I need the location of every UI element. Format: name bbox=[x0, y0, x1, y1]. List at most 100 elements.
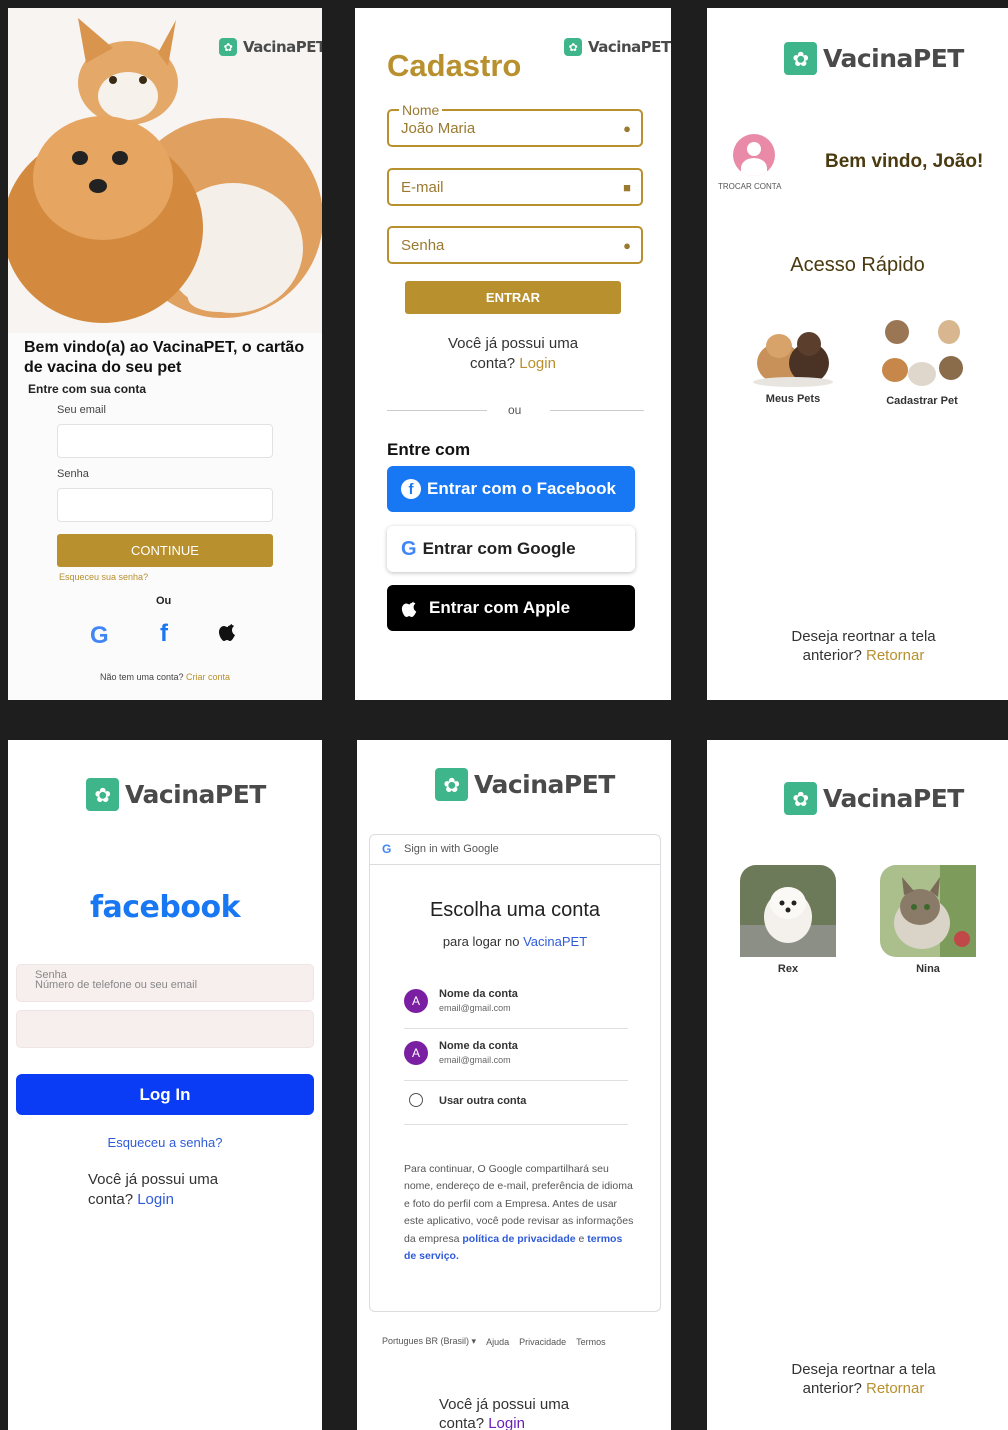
use-other-account[interactable]: Usar outra conta bbox=[404, 1087, 628, 1125]
have-account-line1: Você já possui uma bbox=[447, 335, 579, 352]
register-pet-photo bbox=[882, 320, 963, 386]
enter-button[interactable]: ENTRAR bbox=[405, 281, 621, 314]
other-account-label: Usar outra conta bbox=[439, 1095, 527, 1107]
account-row[interactable]: A Nome da conta email@gmail.com bbox=[404, 983, 628, 1029]
vacinapet-logo: ✿ VacinaPET bbox=[784, 42, 964, 75]
forgot-password-link[interactable]: Esqueceu a senha? bbox=[8, 1135, 322, 1150]
facebook-icon: f bbox=[401, 479, 421, 499]
disclaimer: Para continuar, O Google compartilhará s… bbox=[404, 1161, 636, 1265]
google-icon: G bbox=[401, 537, 417, 560]
logo-text: VacinaPET bbox=[823, 784, 964, 813]
logo-text: VacinaPET bbox=[243, 38, 322, 56]
return-link[interactable]: Retornar bbox=[866, 647, 924, 664]
password-label: Senha bbox=[57, 468, 89, 480]
subtitle-link[interactable]: VacinaPET bbox=[523, 934, 587, 949]
signup-row: Não tem uma conta? Criar conta bbox=[8, 672, 322, 682]
footer-links: Portugues BR (Brasil) ▾ Ajuda Privacidad… bbox=[382, 1336, 671, 1347]
tile-my-pets[interactable]: Meus Pets bbox=[749, 318, 837, 405]
return-line1: Deseja reortnar a tela bbox=[791, 1361, 936, 1378]
logo-text: VacinaPET bbox=[474, 770, 615, 799]
phone-email-input[interactable]: Senha Número de telefone ou seu email bbox=[16, 964, 314, 1002]
password-input[interactable] bbox=[16, 1010, 314, 1048]
pets-photo bbox=[753, 332, 833, 387]
have-account-line2: conta? Login bbox=[355, 354, 671, 374]
card-header: G Sign in with Google bbox=[370, 835, 660, 865]
google-icon: G bbox=[382, 842, 392, 856]
screen-my-pets: ✿ VacinaPET Rex Nina Deseja reortnar a t… bbox=[707, 740, 1008, 1430]
or-label: ou bbox=[508, 403, 522, 417]
have-account-prefix: conta? bbox=[88, 1191, 134, 1208]
password-placeholder: Senha bbox=[401, 237, 445, 254]
nina-photo bbox=[880, 865, 976, 957]
return-line2: anterior? Retornar bbox=[707, 1379, 1008, 1398]
welcome-text: Bem vindo(a) ao VacinaPET, o cartão de v… bbox=[24, 339, 305, 376]
facebook-button-label: Entrar com o Facebook bbox=[427, 479, 616, 498]
google-icon[interactable]: G bbox=[90, 622, 109, 650]
facebook-icon[interactable]: f bbox=[160, 620, 168, 648]
privacy-policy-link[interactable]: política de privacidade bbox=[462, 1233, 575, 1245]
logo-text: VacinaPET bbox=[823, 44, 964, 73]
screen-home: ✿ VacinaPET TROCAR CONTA Bem vindo, João… bbox=[707, 8, 1008, 700]
page-title: Cadastro bbox=[387, 48, 522, 83]
vacinapet-logo: ✿ VacinaPET bbox=[564, 38, 671, 56]
tile-register-pet[interactable]: Cadastrar Pet bbox=[877, 314, 967, 407]
divider-right bbox=[550, 410, 644, 411]
return-line1: Deseja reortnar a tela bbox=[791, 628, 936, 645]
return-link[interactable]: Retornar bbox=[866, 1380, 924, 1397]
avatar[interactable] bbox=[733, 134, 775, 176]
switch-account-link[interactable]: TROCAR CONTA bbox=[718, 182, 781, 191]
signup-prefix: Não tem uma conta? bbox=[99, 672, 184, 682]
logo-text: VacinaPET bbox=[588, 38, 671, 56]
and-text: e bbox=[578, 1232, 585, 1245]
pet-card-rex[interactable]: Rex bbox=[740, 865, 836, 975]
vacinapet-logo: ✿ VacinaPET bbox=[435, 768, 615, 801]
welcome-text: Bem vindo, João! bbox=[825, 151, 984, 172]
paw-icon: ✿ bbox=[564, 38, 582, 56]
have-account-text: Você já possui uma conta? Login bbox=[88, 1170, 238, 1210]
paw-icon: ✿ bbox=[86, 778, 119, 811]
user-icon bbox=[747, 142, 761, 156]
account-avatar: A bbox=[404, 989, 428, 1013]
paw-icon: ✿ bbox=[219, 38, 237, 56]
mail-icon: ■ bbox=[623, 180, 631, 195]
screen-google-signin: ✿ VacinaPET G Sign in with Google Escolh… bbox=[357, 740, 671, 1430]
choose-account-subtitle: para logar no VacinaPET bbox=[370, 934, 660, 949]
apple-login-button[interactable]: Entrar com Apple bbox=[387, 585, 635, 631]
return-prefix: anterior? bbox=[802, 647, 862, 664]
terms-footer-link[interactable]: Termos bbox=[576, 1337, 606, 1347]
email-label: Seu email bbox=[57, 404, 106, 416]
password-input[interactable] bbox=[57, 488, 273, 522]
chevron-down-icon: ▾ bbox=[471, 1336, 477, 1346]
subtitle-prefix: para logar no bbox=[442, 934, 520, 949]
tile-my-pets-label: Meus Pets bbox=[765, 393, 821, 405]
login-link[interactable]: Login bbox=[488, 1415, 525, 1430]
login-link[interactable]: Login bbox=[519, 355, 556, 372]
have-account-line1: Você já possui uma bbox=[88, 1171, 219, 1188]
forgot-password-link[interactable]: Esqueceu sua senha? bbox=[59, 572, 148, 582]
google-login-button[interactable]: G Entrar com Google bbox=[387, 526, 635, 572]
create-account-link[interactable]: Criar conta bbox=[186, 672, 230, 682]
pet-card-nina[interactable]: Nina bbox=[880, 865, 976, 975]
tile-register-pet-label: Cadastrar Pet bbox=[886, 395, 958, 407]
email-input[interactable] bbox=[57, 424, 273, 458]
name-field[interactable]: Nome João Maria ● bbox=[387, 102, 643, 147]
language-select[interactable]: Portugues BR (Brasil) ▾ bbox=[382, 1336, 476, 1347]
account-row[interactable]: A Nome da conta email@gmail.com bbox=[404, 1035, 628, 1081]
privacy-link[interactable]: Privacidade bbox=[519, 1337, 566, 1347]
email-field[interactable]: E-mail ■ bbox=[387, 168, 643, 206]
account-name: Nome da conta bbox=[439, 1040, 518, 1052]
return-line2: anterior? Retornar bbox=[707, 646, 1008, 665]
facebook-login-button[interactable]: f Entrar com o Facebook bbox=[387, 466, 635, 512]
password-field[interactable]: Senha ● bbox=[387, 226, 643, 264]
name-legend: Nome bbox=[399, 102, 443, 118]
log-in-button[interactable]: Log In bbox=[16, 1074, 314, 1115]
continue-button[interactable]: CONTINUE bbox=[57, 534, 273, 567]
have-account-prefix: conta? bbox=[439, 1415, 485, 1430]
login-link[interactable]: Login bbox=[137, 1191, 174, 1208]
help-link[interactable]: Ajuda bbox=[486, 1337, 509, 1347]
paw-icon: ✿ bbox=[784, 42, 817, 75]
apple-icon[interactable] bbox=[218, 620, 238, 642]
screen-facebook-login: ✿ VacinaPET facebook Senha Número de tel… bbox=[8, 740, 322, 1430]
account-avatar: A bbox=[404, 1041, 428, 1065]
field-placeholder: Número de telefone ou seu email bbox=[35, 979, 198, 991]
